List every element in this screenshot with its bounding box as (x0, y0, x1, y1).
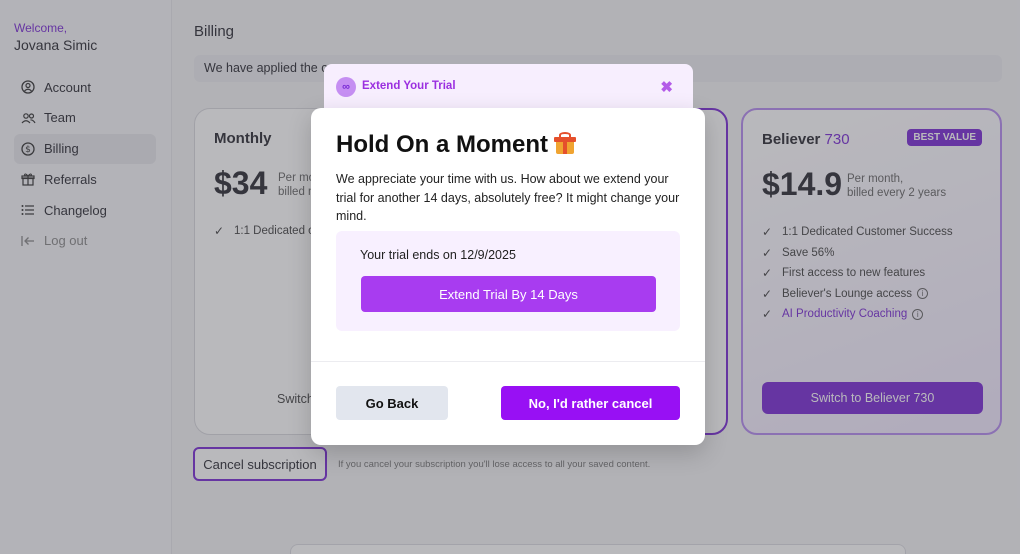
trial-end-date: Your trial ends on 12/9/2025 (360, 248, 516, 262)
retention-modal: Hold On a Moment We appreciate your time… (311, 108, 705, 445)
extend-trial-button[interactable]: Extend Trial By 14 Days (361, 276, 656, 312)
go-back-button[interactable]: Go Back (336, 386, 448, 420)
extend-trial-title: Extend Your Trial (362, 80, 456, 92)
modal-title-text: Hold On a Moment (336, 131, 548, 158)
confirm-cancel-button[interactable]: No, I'd rather cancel (501, 386, 680, 420)
modal-title: Hold On a Moment (336, 131, 576, 159)
gift-icon (554, 132, 576, 154)
trial-info-box: Your trial ends on 12/9/2025 Extend Tria… (336, 231, 680, 331)
close-icon[interactable]: ✖ (660, 78, 673, 96)
infinity-logo-icon: ∞ (336, 77, 356, 97)
modal-description: We appreciate your time with us. How abo… (336, 172, 680, 223)
extend-trial-header: ∞ Extend Your Trial ✖ (324, 64, 693, 110)
divider (311, 361, 705, 362)
